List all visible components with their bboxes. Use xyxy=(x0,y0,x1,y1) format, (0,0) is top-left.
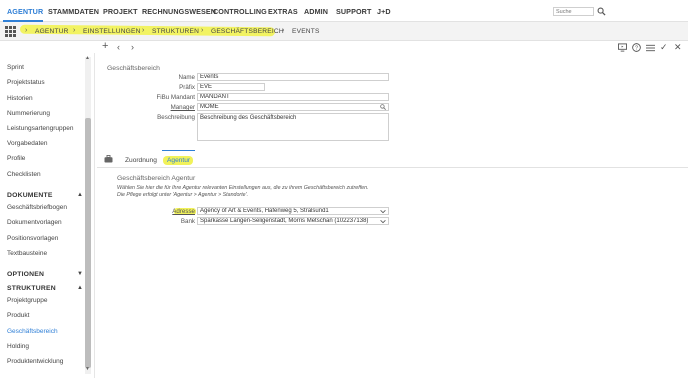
chevron-up-icon[interactable]: ▲ xyxy=(77,192,83,198)
chevron-right-icon: › xyxy=(73,27,76,34)
chevron-up-icon[interactable]: ▲ xyxy=(77,285,83,291)
agentur-note-2: Die Pflege erfolgt unter 'Agentur > Agen… xyxy=(117,192,249,198)
sidebar-item-projektstatus[interactable]: Projektstatus xyxy=(7,79,45,86)
svg-text:?: ? xyxy=(635,46,638,52)
help-icon[interactable]: ? xyxy=(632,43,641,52)
sidebar-item-checklisten[interactable]: Checklisten xyxy=(7,171,41,178)
nav-jd[interactable]: J+D xyxy=(377,7,391,16)
sidebar-item-geschaeftsbriefbogen[interactable]: Geschäftsbriefbogen xyxy=(7,204,67,211)
sidebar-item-projektgruppe[interactable]: Projektgruppe xyxy=(7,297,47,304)
manager-field[interactable]: MOME xyxy=(197,103,389,111)
sidebar-section-strukturen[interactable]: STRUKTUREN xyxy=(7,285,56,292)
sidebar-item-produkt[interactable]: Produkt xyxy=(7,312,29,319)
sidebar-scroll-thumb[interactable] xyxy=(85,118,91,368)
fibu-field[interactable]: MANDANT xyxy=(197,93,389,101)
briefcase-icon[interactable] xyxy=(104,155,113,163)
check-icon[interactable]: ✓ xyxy=(660,43,668,52)
prefix-field[interactable]: EVE xyxy=(197,83,265,91)
sidebar-item-nummerierung[interactable]: Nummerierung xyxy=(7,110,50,117)
name-field[interactable]: Events xyxy=(197,73,389,81)
grid-icon[interactable] xyxy=(5,26,16,37)
search-input[interactable] xyxy=(553,7,594,16)
toolbar xyxy=(97,41,688,55)
sidebar-item-dokumentvorlagen[interactable]: Dokumentvorlagen xyxy=(7,219,62,226)
sidebar-item-produktentwicklung[interactable]: Produktentwicklung xyxy=(7,358,63,365)
nav-extras[interactable]: EXTRAS xyxy=(268,7,298,16)
nav-support[interactable]: SUPPORT xyxy=(336,7,371,16)
search-icon[interactable] xyxy=(597,7,606,16)
sidebar-item-textbausteine[interactable]: Textbausteine xyxy=(7,250,47,257)
form-title: Geschäftsbereich xyxy=(107,65,160,72)
prefix-label: Präfix xyxy=(179,84,195,91)
chevron-right-icon: › xyxy=(282,27,285,34)
nav-admin[interactable]: ADMIN xyxy=(304,7,328,16)
sidebar-section-optionen[interactable]: OPTIONEN xyxy=(7,271,44,278)
nav-stammdaten[interactable]: STAMMDATEN xyxy=(48,7,99,16)
manager-label[interactable]: Manager xyxy=(125,104,195,111)
chevron-down-icon[interactable] xyxy=(380,219,386,224)
add-icon[interactable]: + xyxy=(102,41,108,52)
list-icon[interactable] xyxy=(646,44,655,52)
tabs-divider xyxy=(97,167,688,168)
description-field[interactable]: Beschreibung des Geschäftsbereich xyxy=(197,113,389,141)
tab-zuordnung[interactable]: Zuordnung xyxy=(125,157,157,164)
breadcrumb-item-agentur[interactable]: AGENTUR xyxy=(35,28,69,35)
tab-active-indicator xyxy=(162,150,195,151)
sidebar-item-holding[interactable]: Holding xyxy=(7,343,29,350)
bank-label: Bank xyxy=(180,218,195,225)
nav-agentur[interactable]: AGENTUR xyxy=(7,7,43,16)
chevron-right-icon: › xyxy=(201,27,204,34)
chevron-right-icon: › xyxy=(142,27,145,34)
breadcrumb-item-einstellungen[interactable]: EINSTELLUNGEN xyxy=(83,28,141,35)
sidebar-item-historien[interactable]: Historien xyxy=(7,95,33,102)
chevron-right-icon: › xyxy=(25,27,28,34)
forward-icon[interactable]: › xyxy=(131,43,134,52)
name-label: Name xyxy=(178,74,195,81)
breadcrumb-item-geschaeftsbereich[interactable]: GESCHÄFTSBEREICH xyxy=(211,28,284,35)
breadcrumb-item-strukturen[interactable]: STRUKTUREN xyxy=(152,28,199,35)
top-navigation: AGENTUR STAMMDATEN PROJEKT RECHNUNGSWESE… xyxy=(0,0,688,22)
tab-agentur[interactable]: Agentur xyxy=(167,157,190,164)
sidebar-item-leistungsartengruppen[interactable]: Leistungsartengruppen xyxy=(7,125,74,132)
nav-projekt[interactable]: PROJEKT xyxy=(103,7,138,16)
scroll-down-icon[interactable]: ▼ xyxy=(85,366,90,372)
chevron-down-icon[interactable]: ▼ xyxy=(77,271,83,277)
agentur-section-title: Geschäftsbereich Agentur xyxy=(117,175,196,182)
sidebar-item-vorgabedaten[interactable]: Vorgabedaten xyxy=(7,140,47,147)
back-icon[interactable]: ‹ xyxy=(117,43,120,52)
sidebar-section-dokumente[interactable]: DOKUMENTE xyxy=(7,192,53,199)
sidebar-item-profile[interactable]: Profile xyxy=(7,155,25,162)
sidebar-item-geschaeftsbereich[interactable]: Geschäftsbereich xyxy=(7,328,58,335)
description-label: Beschreibung xyxy=(157,114,195,121)
bank-select[interactable]: Sparkasse Langen-Seligenstadt, Morris Me… xyxy=(197,217,389,225)
sidebar-item-positionsvorlagen[interactable]: Positionsvorlagen xyxy=(7,235,58,242)
monitor-icon[interactable] xyxy=(618,43,627,52)
sidebar-item-sprint[interactable]: Sprint xyxy=(7,64,24,71)
scroll-up-icon[interactable]: ▲ xyxy=(85,55,90,61)
close-icon[interactable]: ✕ xyxy=(674,43,682,52)
adresse-select[interactable]: Agency of Art & Events, Hafenweg 5, Stra… xyxy=(197,207,389,215)
nav-controlling[interactable]: CONTROLLING xyxy=(213,7,267,16)
nav-rechnungswesen[interactable]: RECHNUNGSWESEN xyxy=(142,7,216,16)
agentur-note-1: Wählen Sie hier die für Ihre Agentur rel… xyxy=(117,185,369,191)
chevron-down-icon[interactable] xyxy=(380,209,386,214)
adresse-label[interactable]: Adresse xyxy=(125,208,195,215)
magnifier-icon[interactable] xyxy=(380,104,386,110)
fibu-label: FiBu Mandant xyxy=(156,94,195,101)
breadcrumb-item-events: EVENTS xyxy=(292,28,320,35)
